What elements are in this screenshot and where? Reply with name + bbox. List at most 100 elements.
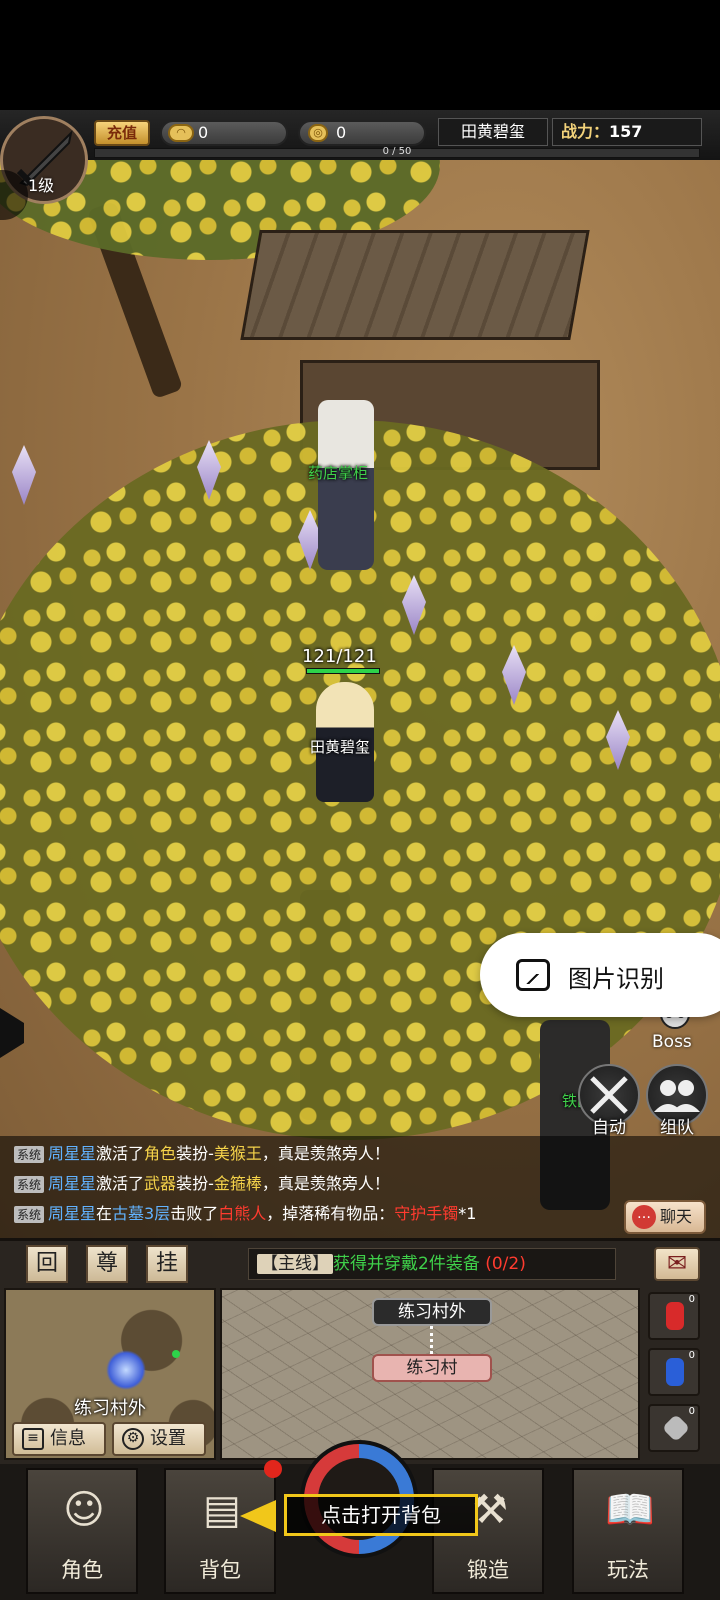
minimap-player-dot: [172, 1350, 180, 1358]
info-button[interactable]: ≡ 信息: [12, 1422, 106, 1456]
stone-icon: [661, 1413, 691, 1443]
game-screen: 药店掌柜 121/121 田黄碧玺 铁匠 1级 充值 ◠ 0 ◎ 0 田黄碧玺 …: [0, 0, 720, 1600]
player-hp-text: 121/121: [302, 646, 377, 667]
quest-text: 获得并穿戴2件装备: [333, 1254, 480, 1274]
portal-icon: [106, 1350, 146, 1390]
tip-arrow-icon: [240, 1500, 276, 1532]
list-icon: ≡: [22, 1428, 44, 1450]
chat-item-type: 武器: [144, 1174, 177, 1193]
auto-battle-button[interactable]: 自动: [578, 1064, 640, 1138]
return-button[interactable]: 回: [26, 1245, 68, 1283]
status-bar: [0, 0, 720, 110]
settings-label: 设置: [150, 1428, 186, 1449]
chat-text: 激活了: [96, 1144, 145, 1163]
chat-player: 周星星: [48, 1174, 97, 1193]
npc-shopkeeper-figure: [318, 400, 374, 570]
copper-coin-icon: ◎: [308, 124, 328, 142]
chat-text: ，掉落稀有物品：: [266, 1204, 395, 1223]
map-node-outer-village[interactable]: 练习村外: [372, 1298, 492, 1326]
hud-player-name: 田黄碧玺: [438, 118, 548, 146]
book-icon: 📖: [605, 1487, 655, 1533]
red-potion-icon: [666, 1302, 684, 1330]
character-icon: ☺: [63, 1487, 105, 1533]
team-button[interactable]: 组队: [646, 1064, 708, 1138]
exp-text: 0 / 50: [382, 146, 412, 157]
quest-tag: 【主线】: [257, 1254, 333, 1274]
minimap-location: 练习村外: [74, 1398, 146, 1419]
blue-potion-icon: [666, 1358, 684, 1386]
potion-count: 0: [688, 1350, 695, 1361]
chat-item-type: 角色: [144, 1144, 177, 1163]
image-recognition-button[interactable]: 图片识别: [480, 933, 720, 1017]
chat-line: 系统 周星星激活了武器装扮-金箍棒，真是羡煞旁人！: [14, 1170, 390, 1194]
chat-place: 古墓3层: [112, 1204, 171, 1223]
coin-counter[interactable]: ◎ 0: [298, 120, 426, 146]
power-separator: ：: [593, 122, 610, 141]
crystal-pickup[interactable]: [12, 445, 36, 505]
chat-text: 击败了: [170, 1204, 219, 1223]
ingot-counter[interactable]: ◠ 0: [160, 120, 288, 146]
ingot-value: 0: [198, 123, 209, 142]
combat-power: 战力：157: [552, 118, 702, 146]
coin-value: 0: [336, 123, 347, 142]
mp-potion-slot[interactable]: 0: [648, 1348, 700, 1396]
nav-role-label: 角色: [61, 1558, 103, 1582]
npc-shopkeeper[interactable]: [318, 400, 374, 570]
idle-button[interactable]: 挂: [146, 1245, 188, 1283]
map-node-village-current[interactable]: 练习村: [372, 1354, 492, 1382]
boss-label: Boss: [652, 1032, 692, 1052]
chat-player: 周星星: [48, 1144, 97, 1163]
chat-text: 装扮-: [176, 1144, 214, 1163]
open-bag-tip[interactable]: 点击打开背包: [284, 1494, 478, 1536]
chat-boss: 白熊人: [218, 1204, 267, 1223]
chat-text: 装扮-: [176, 1174, 214, 1193]
map-node-connector: [430, 1326, 433, 1354]
chat-text: ，真是羡煞旁人！: [261, 1144, 390, 1163]
chat-button[interactable]: 聊天: [624, 1200, 706, 1234]
hp-potion-slot[interactable]: 0: [648, 1292, 700, 1340]
info-label: 信息: [50, 1428, 86, 1449]
chat-log[interactable]: 系统 周星星激活了角色装扮-美猴王，真是羡煞旁人！ 系统 周星星激活了武器装扮-金箍…: [0, 1136, 720, 1238]
nav-forge-label: 锻造: [467, 1558, 509, 1582]
chat-line: 系统 周星星在古墓3层击败了白熊人，掉落稀有物品：守护手镯*1: [14, 1200, 476, 1224]
nav-gameplay[interactable]: 📖 玩法: [572, 1468, 684, 1594]
main-quest[interactable]: 【主线】 获得并穿戴2件装备 (0/2): [248, 1248, 616, 1280]
image-recognition-label: 图片识别: [568, 965, 664, 993]
player-hp-bar: [306, 668, 380, 674]
chat-item: 美猴王: [213, 1144, 262, 1163]
power-label: 战力: [561, 122, 594, 141]
system-tag: 系统: [14, 1176, 45, 1193]
image-icon: [516, 959, 550, 991]
recharge-button[interactable]: 充值: [94, 120, 150, 146]
envelope-icon: ✉: [666, 1249, 688, 1277]
nav-role[interactable]: ☺ 角色: [26, 1468, 138, 1594]
notification-dot: [264, 1460, 282, 1478]
potion-count: 0: [688, 1294, 695, 1305]
system-tag: 系统: [14, 1206, 45, 1223]
npc-name-tag: 药店掌柜: [308, 464, 369, 482]
mail-button[interactable]: ✉: [654, 1247, 700, 1281]
settings-button[interactable]: ⚙ 设置: [112, 1422, 206, 1456]
auto-label: 自动: [592, 1118, 626, 1138]
chat-count: *1: [458, 1204, 477, 1223]
stone-slot[interactable]: 0: [648, 1404, 700, 1452]
stone-count: 0: [688, 1406, 695, 1417]
nav-bag-label: 背包: [199, 1558, 241, 1582]
player-name-tag: 田黄碧玺: [310, 738, 371, 756]
system-tag: 系统: [14, 1146, 45, 1163]
player-level: 1级: [28, 176, 55, 195]
chat-item: 金箍棒: [213, 1174, 262, 1193]
honor-button[interactable]: 尊: [86, 1245, 128, 1283]
chat-drop: 守护手镯: [394, 1204, 459, 1223]
chat-text: 激活了: [96, 1174, 145, 1193]
chat-text: 在: [96, 1204, 113, 1223]
power-value: 157: [609, 122, 643, 141]
chat-line: 系统 周星星激活了角色装扮-美猴王，真是羡煞旁人！: [14, 1140, 390, 1164]
nav-gameplay-label: 玩法: [607, 1558, 649, 1582]
chat-text: ，真是羡煞旁人！: [261, 1174, 390, 1193]
gear-icon: ⚙: [122, 1428, 144, 1450]
market-stall-roof: [240, 230, 590, 340]
chat-player: 周星星: [48, 1204, 97, 1223]
team-label: 组队: [660, 1118, 694, 1138]
gold-ingot-icon: ◠: [168, 124, 194, 142]
